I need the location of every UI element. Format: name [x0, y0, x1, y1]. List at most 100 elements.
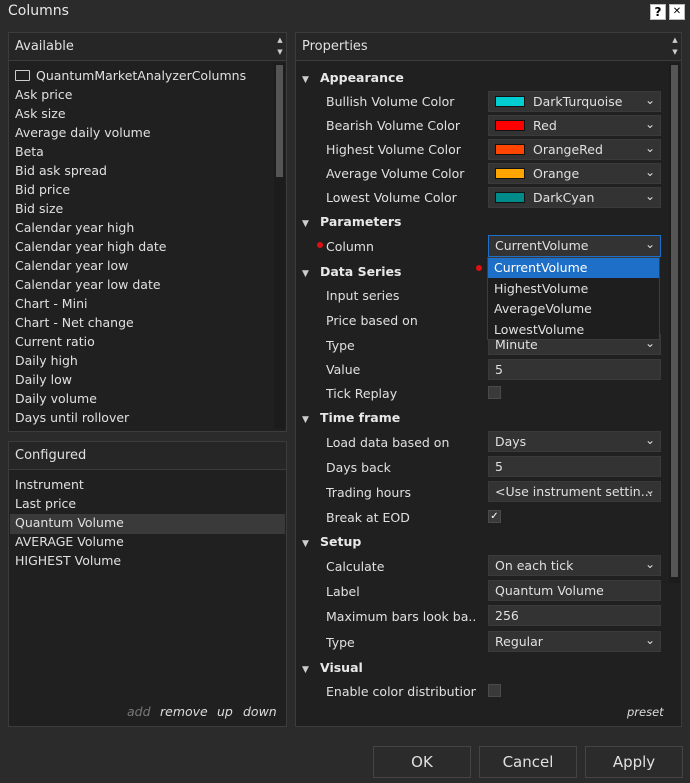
trading-hours-label: Trading hours: [326, 485, 411, 500]
available-panel: Available ▲ ▼ QuantumMarketAnalyzerColum…: [8, 32, 287, 432]
category-appearance[interactable]: ▼ Appearance: [302, 70, 404, 85]
chevron-down-icon: ⌄: [644, 483, 655, 497]
chevron-down-icon: ⌄: [644, 141, 655, 155]
category-time-frame[interactable]: ▼ Time frame: [302, 410, 400, 425]
list-item[interactable]: Bid size: [15, 201, 63, 216]
label-input[interactable]: Quantum Volume: [488, 580, 661, 601]
category-data-series[interactable]: ▼ Data Series: [302, 264, 401, 279]
list-item[interactable]: Daily low: [15, 372, 72, 387]
input-series-label: Input series: [326, 288, 400, 303]
bullish-color-select[interactable]: DarkTurquoise ⌄: [488, 91, 661, 112]
prop-scroll-up-arrow[interactable]: ▲: [670, 35, 680, 45]
apply-button[interactable]: Apply: [585, 746, 683, 778]
close-button[interactable]: ✕: [669, 4, 685, 20]
bullish-color-label: Bullish Volume Color: [326, 94, 455, 109]
properties-scroll-thumb[interactable]: [671, 65, 678, 577]
chevron-down-icon: ⌄: [644, 189, 655, 203]
category-parameters[interactable]: ▼ Parameters: [302, 214, 401, 229]
color-swatch: [495, 96, 525, 107]
list-item[interactable]: Calendar year low date: [15, 277, 161, 292]
bearish-color-select[interactable]: Red ⌄: [488, 115, 661, 136]
list-item[interactable]: Current ratio: [15, 334, 95, 349]
ok-button[interactable]: OK: [373, 746, 471, 778]
list-item[interactable]: Calendar year high: [15, 220, 134, 235]
chevron-down-icon: ⌄: [644, 557, 655, 571]
max-bars-label: Maximum bars look ba...: [326, 609, 476, 624]
trading-hours-select[interactable]: <Use instrument settin... ⌄: [488, 481, 661, 502]
list-item[interactable]: Calendar year low: [15, 258, 128, 273]
list-item[interactable]: Beta: [15, 144, 44, 159]
break-eod-checkbox[interactable]: ✓: [488, 510, 501, 523]
available-scroll-thumb[interactable]: [276, 65, 283, 177]
lowest-color-select[interactable]: DarkCyan ⌄: [488, 187, 661, 208]
required-dot-icon: [317, 242, 323, 248]
down-link[interactable]: down: [243, 704, 277, 719]
list-item[interactable]: Ask size: [15, 106, 66, 121]
calculate-select[interactable]: On each tick ⌄: [488, 555, 661, 576]
highest-color-label: Highest Volume Color: [326, 142, 461, 157]
list-item[interactable]: Daily high: [15, 353, 78, 368]
list-item[interactable]: Bid ask spread: [15, 163, 107, 178]
properties-scrollbar[interactable]: [669, 63, 680, 583]
list-item[interactable]: Chart - Mini: [15, 296, 87, 311]
dropdown-option-highestvolume[interactable]: HighestVolume: [488, 279, 659, 299]
dropdown-option-currentvolume[interactable]: CurrentVolume: [488, 258, 659, 278]
average-color-select[interactable]: Orange ⌄: [488, 163, 661, 184]
days-back-input[interactable]: 5: [488, 456, 661, 477]
chevron-down-icon: ⌄: [644, 165, 655, 179]
collapse-triangle-icon: ▼: [302, 665, 309, 675]
enable-color-checkbox[interactable]: [488, 684, 501, 697]
list-item[interactable]: Average daily volume: [15, 125, 151, 140]
scroll-down-arrow[interactable]: ▼: [275, 47, 285, 57]
list-item[interactable]: Calendar year high date: [15, 239, 166, 254]
configured-panel: Configured Instrument Last price Quantum V…: [8, 441, 287, 727]
highest-color-select[interactable]: OrangeRed ⌄: [488, 139, 661, 160]
tick-replay-label: Tick Replay: [326, 386, 398, 401]
scroll-up-arrow[interactable]: ▲: [275, 35, 285, 45]
tick-replay-checkbox[interactable]: [488, 386, 501, 399]
list-item-folder[interactable]: QuantumMarketAnalyzerColumns: [15, 68, 246, 83]
collapse-triangle-icon: ▼: [302, 415, 309, 425]
configured-item[interactable]: Instrument: [15, 477, 84, 492]
list-item[interactable]: Daily volume: [15, 391, 97, 406]
setup-type-select[interactable]: Regular ⌄: [488, 631, 661, 652]
collapse-triangle-icon: ▼: [302, 75, 309, 85]
configured-item[interactable]: HIGHEST Volume: [15, 553, 121, 568]
max-bars-input[interactable]: 256: [488, 605, 661, 626]
setup-type-label: Type: [326, 635, 355, 650]
chevron-down-icon: ⌄: [644, 433, 655, 447]
color-swatch: [495, 144, 525, 155]
dropdown-option-lowestvolume[interactable]: LowestVolume: [488, 320, 659, 340]
price-based-on-label: Price based on: [326, 313, 418, 328]
cancel-button[interactable]: Cancel: [479, 746, 577, 778]
list-item[interactable]: Chart - Net change: [15, 315, 134, 330]
break-eod-label: Break at EOD: [326, 510, 410, 525]
configured-item[interactable]: Last price: [15, 496, 76, 511]
column-select[interactable]: CurrentVolume ⌄: [488, 235, 661, 257]
prop-scroll-down-arrow[interactable]: ▼: [670, 47, 680, 57]
checkmark-icon: ✓: [490, 511, 499, 522]
ds-value-input[interactable]: 5: [488, 359, 661, 380]
window-title: Columns: [8, 3, 69, 19]
title-bar: Columns ? ✕: [0, 0, 690, 25]
dropdown-option-averagevolume[interactable]: AverageVolume: [488, 299, 659, 319]
lowest-color-label: Lowest Volume Color: [326, 190, 457, 205]
remove-link[interactable]: remove: [160, 704, 208, 719]
configured-item[interactable]: AVERAGE Volume: [15, 534, 124, 549]
preset-link[interactable]: preset: [627, 705, 664, 719]
list-item[interactable]: Bid price: [15, 182, 70, 197]
available-scrollbar[interactable]: [274, 63, 285, 429]
category-setup[interactable]: ▼ Setup: [302, 534, 361, 549]
collapse-triangle-icon: ▼: [302, 219, 309, 229]
help-button[interactable]: ?: [650, 4, 666, 20]
configured-item[interactable]: Quantum Volume: [15, 515, 124, 530]
list-item[interactable]: Days until rollover: [15, 410, 129, 425]
list-item[interactable]: Ask price: [15, 87, 72, 102]
load-data-label: Load data based on: [326, 435, 450, 450]
category-visual[interactable]: ▼ Visual: [302, 660, 363, 675]
bearish-color-label: Bearish Volume Color: [326, 118, 461, 133]
enable-color-label: Enable color distribution: [326, 684, 476, 699]
add-link[interactable]: add: [127, 704, 151, 719]
load-data-select[interactable]: Days ⌄: [488, 431, 661, 452]
up-link[interactable]: up: [217, 704, 233, 719]
